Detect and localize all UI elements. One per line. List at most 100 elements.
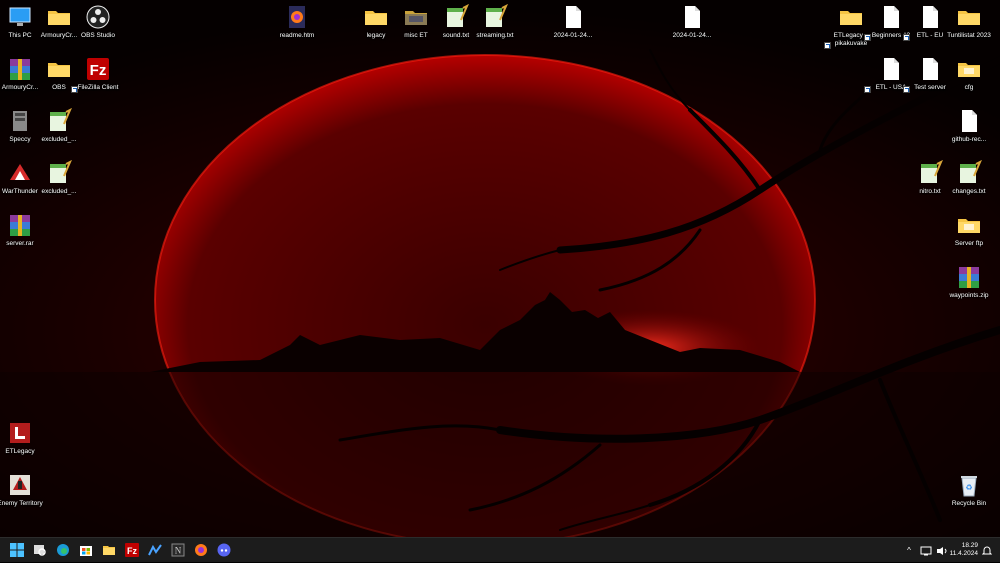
shortcut-arrow-icon [864, 86, 871, 93]
desktop-icon-server-ftp[interactable]: Server ftp [943, 212, 995, 248]
firefox-icon [195, 544, 207, 556]
svg-text:Fz: Fz [90, 62, 107, 79]
desktop-icon-waypoints[interactable]: waypoints.zip [943, 264, 995, 300]
network-icon[interactable] [920, 546, 932, 556]
desktop-icon-filezilla[interactable]: Fz FileZilla Client [71, 56, 124, 93]
file-icon [962, 110, 977, 132]
icon-label: changes.txt [952, 188, 986, 195]
desktop-icon-server-rar[interactable]: server.rar [0, 212, 46, 248]
icon-label: Tuntilistat 2023 [947, 32, 991, 39]
volume-icon[interactable] [936, 546, 948, 556]
firefox-icon [289, 6, 305, 28]
discord-icon [217, 543, 231, 557]
taskbar-firefox-button[interactable] [192, 541, 210, 559]
icon-label: OBS Studio [81, 32, 115, 39]
icon-label: excluded_... [41, 188, 77, 195]
icon-label: waypoints.zip [949, 292, 989, 299]
store-icon [80, 546, 92, 556]
icon-label: readme.htm [279, 32, 315, 39]
file-explorer-icon [103, 546, 115, 555]
folder-icon [958, 63, 980, 77]
folder-icon [405, 11, 427, 25]
icon-label: server.rar [6, 240, 34, 247]
notepad-icon [50, 108, 72, 131]
desktop-icon-cfg[interactable]: cfg [943, 56, 995, 92]
folder-icon [48, 63, 70, 77]
icon-label: 2024-01-24... [672, 32, 712, 39]
file-icon [884, 58, 899, 80]
shortcut-arrow-icon [903, 86, 910, 93]
icon-label: legacy [366, 32, 386, 39]
warthunder-icon [10, 164, 30, 180]
file-icon [566, 6, 581, 28]
desktop-icon-streaming-txt[interactable]: streaming.txt [469, 4, 521, 40]
winrar-icon [959, 267, 979, 288]
desktop-icon-enemy-territory[interactable]: Enemy Territory [0, 472, 46, 508]
clock-date: 11.4.2024 [949, 550, 978, 557]
folder-icon [958, 219, 980, 233]
desktop-icon-etlegacy[interactable]: ETLegacy [0, 420, 46, 456]
icon-label: This PC [8, 32, 32, 39]
desktop-icon-tuntilistat[interactable]: Tuntilistat 2023 [943, 4, 995, 40]
icon-label: cfg [964, 84, 974, 91]
icon-label: sound.txt [442, 32, 470, 39]
notion-icon: N [171, 543, 185, 557]
tray-overflow-chevron-icon[interactable]: ^ [902, 546, 916, 555]
taskbar-notion-button[interactable]: N [169, 541, 187, 559]
file-icon [923, 6, 938, 28]
clock[interactable]: 18.29 11.4.2024 [950, 542, 978, 558]
speedometer-icon [148, 544, 162, 556]
icon-label: Test server [914, 84, 946, 91]
desktop-icon-date-file-1[interactable]: 2024-01-24... [547, 4, 599, 40]
taskbar-store-button[interactable] [77, 541, 95, 559]
desktop-icon-recycle-bin[interactable]: ♻ Recycle Bin [943, 472, 995, 508]
taskbar: Fz N ^ 18.29 11.4.2024 [0, 537, 1000, 562]
icon-label: Enemy Territory [0, 500, 43, 507]
icon-label: Recycle Bin [951, 500, 987, 507]
taskbar-edge-button[interactable] [54, 541, 72, 559]
notification-bell-icon[interactable] [982, 546, 992, 556]
notepad-icon [50, 160, 72, 183]
icon-label: ETL - EU [916, 32, 944, 39]
taskbar-discord-button[interactable] [215, 541, 233, 559]
speccy-icon [13, 111, 27, 131]
taskbar-app-button[interactable] [146, 541, 164, 559]
desktop-icon-readme[interactable]: readme.htm [271, 4, 323, 40]
icon-label: Speccy [9, 136, 31, 143]
icon-label: github-rec... [951, 136, 987, 143]
windows-icon [10, 543, 24, 557]
file-icon [685, 6, 700, 28]
folder-icon [365, 11, 387, 25]
search-icon [34, 545, 46, 556]
filezilla-icon: Fz [87, 58, 109, 80]
desktop-icon-changes[interactable]: changes.txt [943, 160, 995, 196]
taskbar-explorer-button[interactable] [100, 541, 118, 559]
winrar-icon [10, 215, 30, 236]
icon-label: FileZilla Client [77, 84, 119, 91]
notepad-icon [921, 160, 943, 183]
edge-icon [57, 544, 69, 556]
folder-icon [958, 11, 980, 25]
file-icon [923, 58, 938, 80]
icon-label: ETLegacy [5, 448, 35, 455]
shortcut-arrow-icon [824, 42, 831, 49]
taskbar-filezilla-button[interactable]: Fz [123, 541, 141, 559]
desktop-icon-excluded-2[interactable]: excluded_... [33, 160, 85, 196]
obs-icon [86, 5, 110, 29]
svg-text:N: N [175, 546, 182, 556]
recycle-bin-icon: ♻ [961, 476, 977, 497]
desktop-icon-excluded-1[interactable]: excluded_... [33, 108, 85, 144]
icon-label: OBS [52, 84, 66, 91]
svg-text:Fz: Fz [127, 546, 137, 556]
icon-label: 2024-01-24... [553, 32, 593, 39]
desktop-icon-obs-studio[interactable]: OBS Studio [72, 4, 124, 40]
svg-text:♻: ♻ [965, 483, 972, 492]
shortcut-arrow-icon [903, 34, 910, 41]
start-button[interactable] [8, 541, 26, 559]
icon-label: Server ftp [954, 240, 984, 247]
desktop-icon-date-file-2[interactable]: 2024-01-24... [666, 4, 718, 40]
desktop-icon-github-rec[interactable]: github-rec... [943, 108, 995, 144]
icon-label: excluded_... [41, 136, 77, 143]
taskbar-search-button[interactable] [31, 541, 49, 559]
etlegacy-icon [10, 423, 30, 443]
